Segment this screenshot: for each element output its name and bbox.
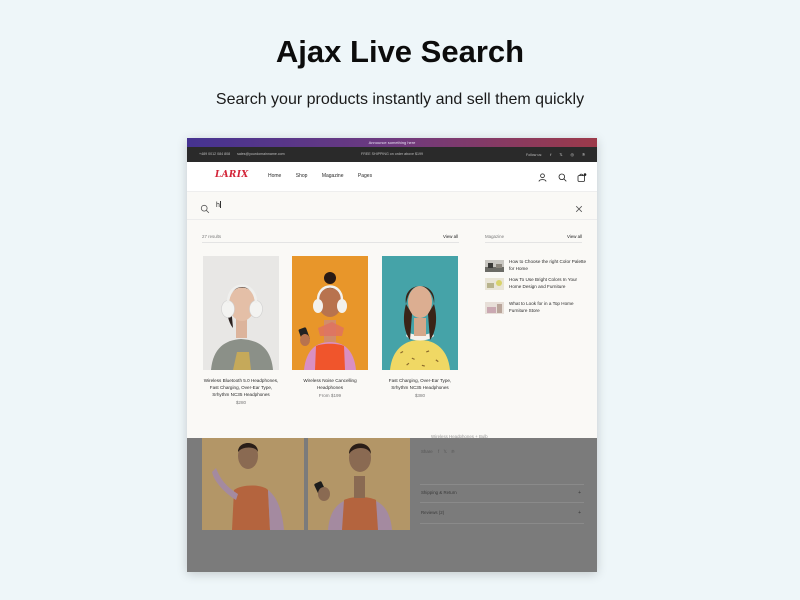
cart-icon[interactable] [576,170,587,182]
facebook-icon[interactable]: f [438,449,439,454]
search-query: h [216,202,220,209]
plus-icon[interactable]: + [578,490,581,496]
product-price: $280 [235,400,247,405]
instagram-icon[interactable]: ◎ [571,147,575,162]
article-thumbnail[interactable] [485,301,504,314]
plus-icon[interactable]: + [578,510,581,516]
product-name[interactable]: Wireless Noise Cancelling Headphones [290,377,370,391]
divider [420,484,584,485]
article-title[interactable]: How To Use Bright Colors In Your Home De… [509,276,587,290]
product-price: From $199 [318,393,342,398]
product-image[interactable] [382,256,458,370]
pinterest-icon[interactable]: ℗ [582,147,585,162]
article-title[interactable]: How to Choose the right Color Palette fo… [509,258,587,272]
accordion-label: Shipping & Return [421,490,457,495]
pinterest-icon[interactable]: ℗ [451,449,454,454]
magazine-view-all-link[interactable]: View all [567,234,582,239]
product-name[interactable]: Wireless Bluetooth 5.0 Headphones, Fast … [201,377,281,398]
product-card[interactable]: Wireless Bluetooth 5.0 Headphones, Fast … [203,256,279,405]
article-title[interactable]: What to Look for in a Top Home Furniture… [509,300,587,314]
divider [420,523,584,524]
text-caret [220,201,221,208]
store-logo[interactable]: LARIX [215,170,248,180]
live-search-panel: h 27 results View all Magazine View all [187,192,597,438]
nav-item-shop[interactable]: Shop [296,173,308,179]
accordion-reviews[interactable]: Reviews (2) + [421,510,583,516]
announcement-bar: Announce something here [187,138,597,147]
main-nav: LARIX Home Shop Magazine Pages [187,162,597,192]
divider [420,502,584,503]
store-screenshot: Announce something here +489 0012 084 80… [187,138,597,572]
accordion-shipping-return[interactable]: Shipping & Return + [421,490,583,496]
product-gallery-image [308,438,410,530]
nav-item-home[interactable]: Home [268,173,281,179]
product-name[interactable]: Fast Charging, Over-Ear Type, Srhythm NC… [380,377,460,391]
page-title: Ajax Live Search [275,34,525,69]
search-input[interactable]: h [216,199,546,213]
product-tagline: Wireless Headphones + Bulb [431,434,488,439]
results-count: 27 results [202,234,222,239]
product-price: $380 [414,393,426,398]
magazine-heading: Magazine [485,234,505,239]
twitter-icon[interactable]: 𝕏 [443,449,447,454]
product-image[interactable] [292,256,368,370]
nav-item-magazine[interactable]: Magazine [322,173,344,179]
background-product-page: Wireless Headphones + Bulb Share f 𝕏 ℗ S… [187,434,597,572]
page-subtitle: Search your products instantly and sell … [215,91,585,108]
follow-label: Follow us: [526,153,543,157]
top-bar: +489 0012 084 808 sales@yourdomainname.c… [187,147,597,162]
divider [485,242,582,243]
divider [202,242,459,243]
product-card[interactable]: Fast Charging, Over-Ear Type, Srhythm NC… [382,256,458,398]
article-thumbnail[interactable] [485,259,504,272]
share-bar: Share f 𝕏 ℗ [421,449,454,455]
products-view-all-link[interactable]: View all [443,234,458,239]
search-icon [200,201,210,214]
facebook-icon[interactable]: f [550,147,551,162]
nav-item-pages[interactable]: Pages [358,173,372,179]
search-bar: h [187,192,597,220]
twitter-icon[interactable]: 𝕏 [559,147,562,162]
share-label: Share [421,449,433,454]
product-gallery-image [202,438,304,530]
search-icon[interactable] [557,170,568,182]
shipping-notice: FREE SHIPPING on order above $199 [361,152,423,156]
product-card[interactable]: Wireless Noise Cancelling Headphones Fro… [292,256,368,398]
product-image[interactable] [203,256,279,370]
email-address[interactable]: sales@yourdomainname.com [237,152,285,156]
close-icon[interactable] [574,201,584,213]
user-icon[interactable] [537,170,548,182]
phone-number[interactable]: +489 0012 084 808 [199,152,230,156]
article-thumbnail[interactable] [485,277,504,290]
accordion-label: Reviews (2) [421,510,445,515]
